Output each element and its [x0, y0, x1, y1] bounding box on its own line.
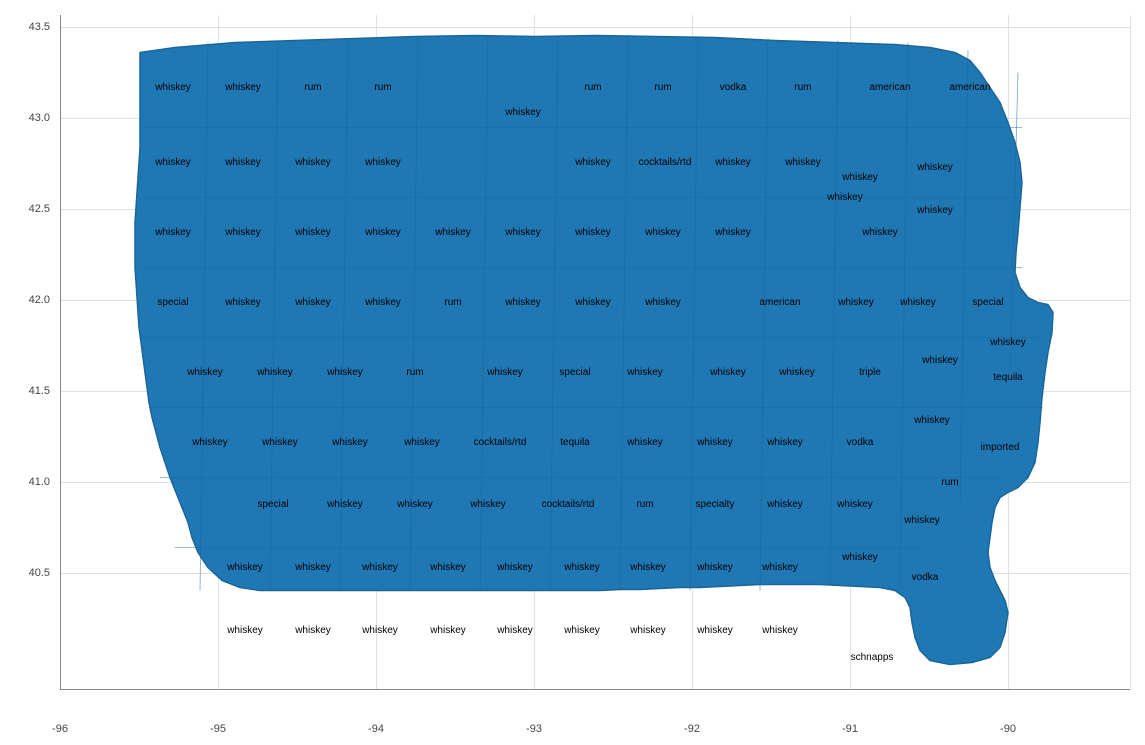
y-label-420: 42.0 [0, 294, 50, 306]
svg-text:whiskey: whiskey [696, 625, 733, 636]
x-label-94: -94 [368, 723, 384, 735]
x-label-96: -96 [52, 723, 68, 735]
x-label-90: -90 [1000, 723, 1016, 735]
svg-text:whiskey: whiskey [761, 625, 798, 636]
svg-text:whiskey: whiskey [294, 625, 331, 636]
svg-text:schnapps: schnapps [851, 652, 894, 663]
x-label-95: -95 [210, 723, 226, 735]
y-label-410: 41.0 [0, 476, 50, 488]
map-area: whiskey whiskey rum rum whiskey rum rum … [60, 15, 1130, 690]
svg-text:whiskey: whiskey [496, 625, 533, 636]
svg-text:whiskey: whiskey [226, 625, 263, 636]
y-label-425: 42.5 [0, 203, 50, 215]
y-label-405: 40.5 [0, 567, 50, 579]
svg-text:whiskey: whiskey [429, 625, 466, 636]
chart-container: 43.5 43.0 42.5 42.0 41.5 41.0 40.5 -96 -… [0, 0, 1145, 745]
x-label-93: -93 [526, 723, 542, 735]
svg-text:whiskey: whiskey [629, 625, 666, 636]
y-label-435: 43.5 [0, 21, 50, 33]
x-label-91: -91 [842, 723, 858, 735]
y-label-430: 43.0 [0, 112, 50, 124]
y-label-415: 41.5 [0, 385, 50, 397]
svg-text:whiskey: whiskey [361, 625, 398, 636]
x-label-92: -92 [684, 723, 700, 735]
svg-text:whiskey: whiskey [563, 625, 600, 636]
